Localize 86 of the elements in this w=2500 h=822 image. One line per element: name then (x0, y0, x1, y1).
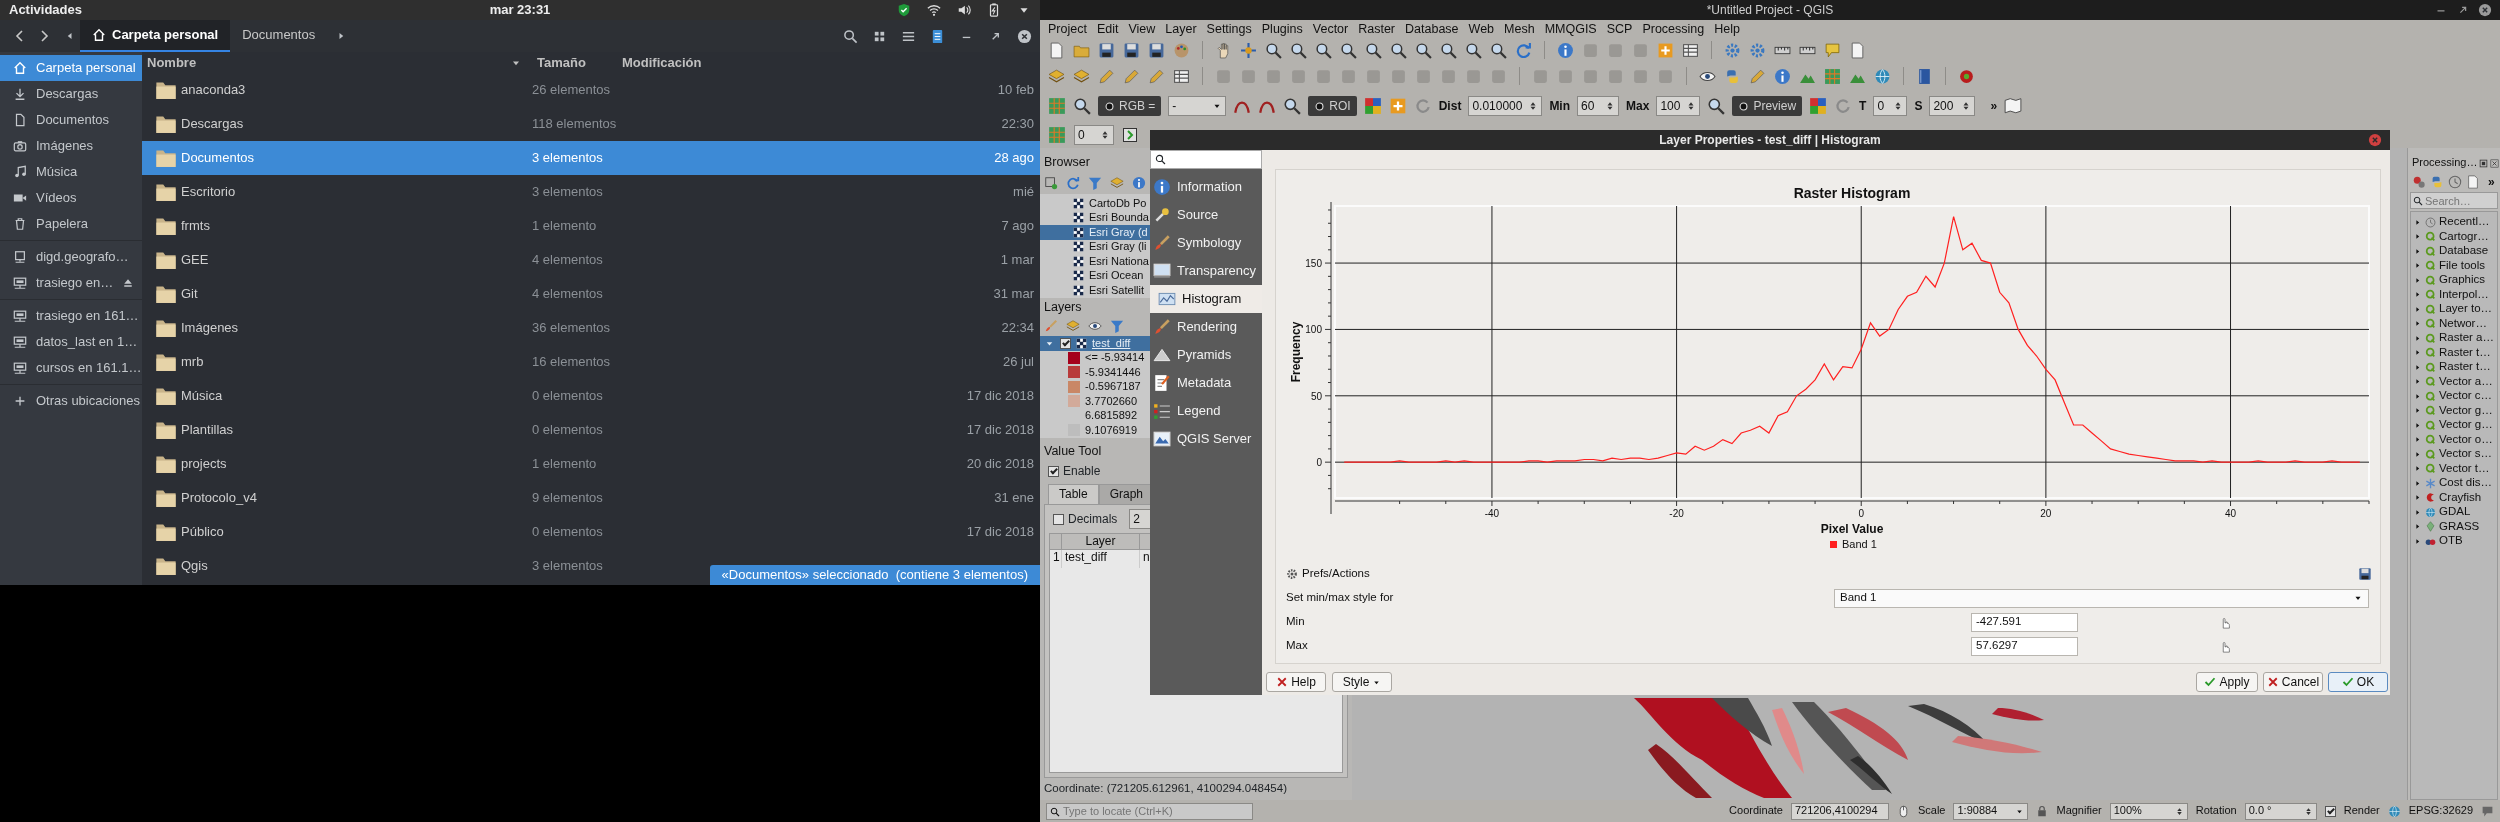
tick-label: 0 (1858, 508, 1864, 519)
item-count: 1 elemento (532, 218, 598, 234)
file-name: mrb (181, 354, 204, 370)
modified-date: 26 jul (1002, 354, 1034, 370)
file-name: anaconda3 (181, 82, 246, 98)
panel-title: Layers (1043, 299, 1082, 315)
tick-label: 0 (1316, 457, 1322, 469)
item-count: 3 elementos (532, 184, 604, 200)
field-label: Min (1549, 98, 1571, 114)
item-count: 0 elementos (532, 422, 604, 438)
tick-label: 20 (2040, 508, 2052, 519)
file-name: Git (181, 286, 198, 302)
tick-label: 40 (2224, 508, 2237, 519)
file-name: Protocolo_v4 (181, 490, 257, 506)
table-cell: test_diff (1062, 550, 1140, 568)
field-label: T (1859, 98, 1867, 114)
file-name: Música (181, 388, 223, 404)
legend-label: -5.9341446 (1085, 365, 1141, 379)
dialog-title: Layer Properties - test_diff | Histogram (1659, 132, 1881, 148)
modified-date: 7 ago (1001, 218, 1034, 234)
field-label: Scale (1917, 804, 1946, 818)
tick-label: -40 (1484, 508, 1500, 519)
field-label: Magnifier (2056, 804, 2102, 818)
modified-date: 17 dic 2018 (966, 524, 1034, 540)
file-name: Público (181, 524, 224, 540)
item-count: 118 elementos (532, 116, 618, 132)
modified-date: 1 mar (1000, 252, 1034, 268)
modified-date: 22:34 (1001, 320, 1034, 336)
item-count: 26 elementos (532, 82, 612, 98)
item-count: 36 elementos (532, 320, 612, 336)
file-name: Descargas (181, 116, 244, 132)
tick-label: 50 (1310, 390, 1322, 402)
legend-label: <= -5.93414 (1085, 351, 1145, 365)
field-label: Max (1286, 639, 1309, 653)
item-count: 16 elementos (532, 354, 612, 370)
field-label: Dist (1438, 98, 1462, 114)
modified-date: 22:30 (1001, 116, 1034, 132)
file-name: Plantillas (181, 422, 234, 438)
file-name: GEE (181, 252, 209, 268)
item-count: 4 elementos (532, 252, 604, 268)
row-header: 1 (1050, 550, 1062, 568)
item-count: 0 elementos (532, 524, 604, 540)
tick-label: 150 (1305, 258, 1322, 270)
modified-date: 17 dic 2018 (966, 422, 1034, 438)
axis-title: Pixel Value (1820, 522, 1884, 536)
status-popup: «Documentos» seleccionado (contiene 3 elementos) (709, 565, 1040, 585)
item-count: 0 elementos (532, 388, 604, 404)
modified-date: mié (1013, 184, 1034, 200)
modified-date: 28 ago (994, 150, 1034, 166)
modified-date: 10 feb (997, 82, 1034, 98)
panel-title: Browser (1043, 154, 1090, 170)
chart-title: Raster Histogram (1793, 185, 1911, 201)
legend-label: 6.6815892 (1085, 409, 1137, 423)
modified-date: 31 mar (993, 286, 1034, 302)
item-count: 3 elementos (532, 150, 604, 166)
panel-title: Value Tool (1043, 443, 1102, 459)
coordinate-readout: Coordinate: (721205.612961, 4100294.048454) (1043, 781, 1288, 797)
legend-label: Band 1 (1842, 538, 1877, 550)
file-name: Escritorio (181, 184, 236, 200)
field-label: Rotation (2195, 804, 2237, 818)
field-label: Coordinate (1729, 804, 1783, 818)
item-count: 3 elementos (532, 558, 604, 574)
modified-date: 20 dic 2018 (966, 456, 1034, 472)
item-count: 4 elementos (532, 286, 604, 302)
file-name: frmts (181, 218, 210, 234)
legend-label: -0.5967187 (1085, 380, 1141, 394)
column-header: Layer (1062, 534, 1140, 550)
tick-label: 100 (1305, 324, 1322, 336)
item-count: 1 elemento (532, 456, 598, 472)
panel-title: Processing… (2412, 156, 2478, 170)
item-count: 9 elementos (532, 490, 604, 506)
modified-date: 31 ene (994, 490, 1034, 506)
axis-title: Frequency (1289, 321, 1303, 383)
field-label: Max (1626, 98, 1650, 114)
field-label: Min (1286, 615, 1306, 629)
modified-date: 17 dic 2018 (966, 388, 1034, 404)
field-label: Set min/max style for (1286, 591, 1395, 605)
field-label: S (1914, 98, 1923, 114)
file-name: Imágenes (181, 320, 239, 336)
window-title: *Untitled Project - QGIS (1706, 2, 1834, 18)
file-name: Documentos (181, 150, 254, 166)
legend-label: 9.1076919 (1085, 423, 1137, 437)
file-name: Qgis (181, 558, 208, 574)
tick-label: -20 (1669, 508, 1684, 519)
legend-label: 3.7702660 (1085, 394, 1137, 408)
file-name: projects (181, 456, 227, 472)
